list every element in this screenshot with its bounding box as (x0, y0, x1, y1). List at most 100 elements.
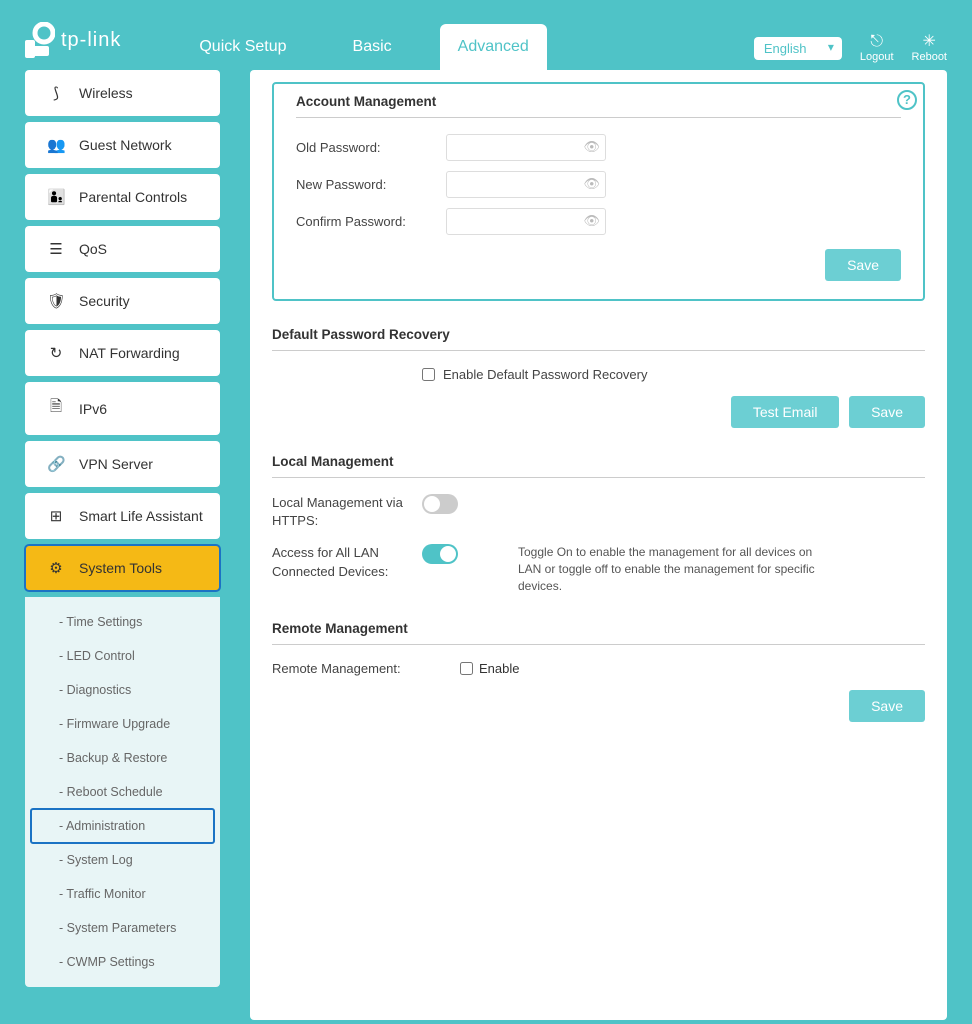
logout-icon: ⎋ (860, 32, 894, 51)
sidebar-item-label: NAT Forwarding (79, 345, 180, 361)
top-tabs: Quick Setup Basic Advanced (181, 24, 546, 70)
account-button-row: Save (296, 249, 901, 281)
confirm-password-row: Confirm Password: 👁 (296, 208, 901, 235)
sidebar-item-ipv6[interactable]: 🗎 IPv6 (25, 382, 220, 435)
link-icon: 🔗 (47, 455, 65, 473)
sub-backup-restore[interactable]: Backup & Restore (31, 741, 214, 775)
tab-quick-setup[interactable]: Quick Setup (181, 24, 304, 70)
refresh-icon: ↻ (47, 344, 65, 362)
confirm-password-label: Confirm Password: (296, 214, 446, 229)
all-lan-desc: Toggle On to enable the management for a… (518, 544, 818, 594)
brand-text: tp-link (61, 29, 121, 52)
sidebar-item-wireless[interactable]: ⟆ Wireless (25, 70, 220, 116)
old-password-label: Old Password: (296, 140, 446, 155)
sub-system-log[interactable]: System Log (31, 843, 214, 877)
sidebar-item-label: Parental Controls (79, 189, 187, 205)
local-title: Local Management (272, 454, 925, 478)
account-save-button[interactable]: Save (825, 249, 901, 281)
all-lan-row: Access for All LAN Connected Devices: To… (272, 544, 925, 594)
confirm-password-input[interactable] (446, 208, 606, 235)
sliders-icon: ☰ (47, 240, 65, 258)
family-icon: 👨‍👦 (47, 188, 65, 206)
eye-icon[interactable]: 👁 (583, 213, 600, 229)
sub-administration[interactable]: Administration (31, 809, 214, 843)
https-label: Local Management via HTTPS: (272, 494, 422, 530)
old-password-row: Old Password: 👁 (296, 134, 901, 161)
all-lan-toggle[interactable] (422, 544, 458, 564)
sidebar-item-system-tools[interactable]: ⚙ System Tools (25, 545, 220, 591)
sidebar-item-parental[interactable]: 👨‍👦 Parental Controls (25, 174, 220, 220)
brand-logo: tp-link (25, 22, 121, 58)
remote-checkbox[interactable] (460, 662, 473, 675)
recovery-save-button[interactable]: Save (849, 396, 925, 428)
old-password-input[interactable] (446, 134, 606, 161)
gear-icon: ⚙ (47, 559, 65, 577)
eye-icon[interactable]: 👁 (583, 176, 600, 192)
sidebar-item-label: Wireless (79, 85, 133, 101)
sidebar-item-label: IPv6 (79, 401, 107, 417)
main-content: ? Account Management Old Password: 👁 New… (250, 70, 947, 1020)
sidebar-item-smart[interactable]: ⊞ Smart Life Assistant (25, 493, 220, 539)
logout-button[interactable]: ⎋ Logout (860, 32, 894, 64)
account-panel: ? Account Management Old Password: 👁 New… (272, 82, 925, 301)
sub-firmware-upgrade[interactable]: Firmware Upgrade (31, 707, 214, 741)
tab-advanced[interactable]: Advanced (440, 24, 547, 70)
sidebar-item-label: VPN Server (79, 456, 153, 472)
https-toggle[interactable] (422, 494, 458, 514)
all-lan-label: Access for All LAN Connected Devices: (272, 544, 422, 580)
reboot-label: Reboot (912, 51, 947, 63)
remote-enable-label: Enable (479, 661, 519, 676)
sidebar-item-vpn[interactable]: 🔗 VPN Server (25, 441, 220, 487)
sidebar-item-guest[interactable]: 👥 Guest Network (25, 122, 220, 168)
tplink-icon (25, 22, 55, 58)
recovery-title: Default Password Recovery (272, 327, 925, 351)
sidebar-item-label: Guest Network (79, 137, 172, 153)
test-email-button[interactable]: Test Email (731, 396, 840, 428)
language-select[interactable]: English (754, 37, 842, 60)
sub-cwmp-settings[interactable]: CWMP Settings (31, 945, 214, 979)
sub-diagnostics[interactable]: Diagnostics (31, 673, 214, 707)
grid-icon: ⊞ (47, 507, 65, 525)
recovery-checkbox[interactable] (422, 368, 435, 381)
sub-nav: Time Settings LED Control Diagnostics Fi… (25, 597, 220, 987)
sidebar-item-label: Smart Life Assistant (79, 508, 203, 524)
header-right: English ⎋ Logout ✳ Reboot (754, 32, 947, 64)
confirm-password-wrap: 👁 (446, 208, 606, 235)
sub-time-settings[interactable]: Time Settings (31, 605, 214, 639)
document-icon: 🗎 (47, 396, 65, 421)
container: ⟆ Wireless 👥 Guest Network 👨‍👦 Parental Con… (0, 70, 972, 1020)
new-password-wrap: 👁 (446, 171, 606, 198)
remote-button-row: Save (272, 690, 925, 722)
people-icon: 👥 (47, 136, 65, 154)
sub-led-control[interactable]: LED Control (31, 639, 214, 673)
reboot-button[interactable]: ✳ Reboot (912, 32, 947, 64)
sidebar-item-label: QoS (79, 241, 107, 257)
eye-icon[interactable]: 👁 (583, 139, 600, 155)
sub-traffic-monitor[interactable]: Traffic Monitor (31, 877, 214, 911)
wifi-icon: ⟆ (47, 84, 65, 102)
sidebar-item-label: Security (79, 293, 130, 309)
sidebar-item-nat[interactable]: ↻ NAT Forwarding (25, 330, 220, 376)
sidebar-item-security[interactable]: 🛡Security (25, 278, 220, 324)
remote-title: Remote Management (272, 621, 925, 645)
reboot-icon: ✳ (912, 32, 947, 51)
sub-reboot-schedule[interactable]: Reboot Schedule (31, 775, 214, 809)
remote-row: Remote Management: Enable (272, 661, 925, 676)
new-password-label: New Password: (296, 177, 446, 192)
sidebar-item-label: System Tools (79, 560, 162, 576)
remote-save-button[interactable]: Save (849, 690, 925, 722)
sidebar-item-qos[interactable]: ☰ QoS (25, 226, 220, 272)
logout-label: Logout (860, 51, 894, 63)
new-password-input[interactable] (446, 171, 606, 198)
sidebar: ⟆ Wireless 👥 Guest Network 👨‍👦 Parental Con… (25, 70, 220, 1020)
old-password-wrap: 👁 (446, 134, 606, 161)
remote-label: Remote Management: (272, 661, 460, 676)
recovery-checkbox-label: Enable Default Password Recovery (443, 367, 648, 382)
app-header: tp-link Quick Setup Basic Advanced Engli… (0, 0, 972, 70)
help-icon[interactable]: ? (897, 90, 917, 110)
language-wrap: English (754, 37, 842, 60)
recovery-button-row: Test Email Save (272, 396, 925, 428)
tab-basic[interactable]: Basic (335, 24, 410, 70)
recovery-checkbox-row: Enable Default Password Recovery (422, 367, 925, 382)
sub-system-parameters[interactable]: System Parameters (31, 911, 214, 945)
